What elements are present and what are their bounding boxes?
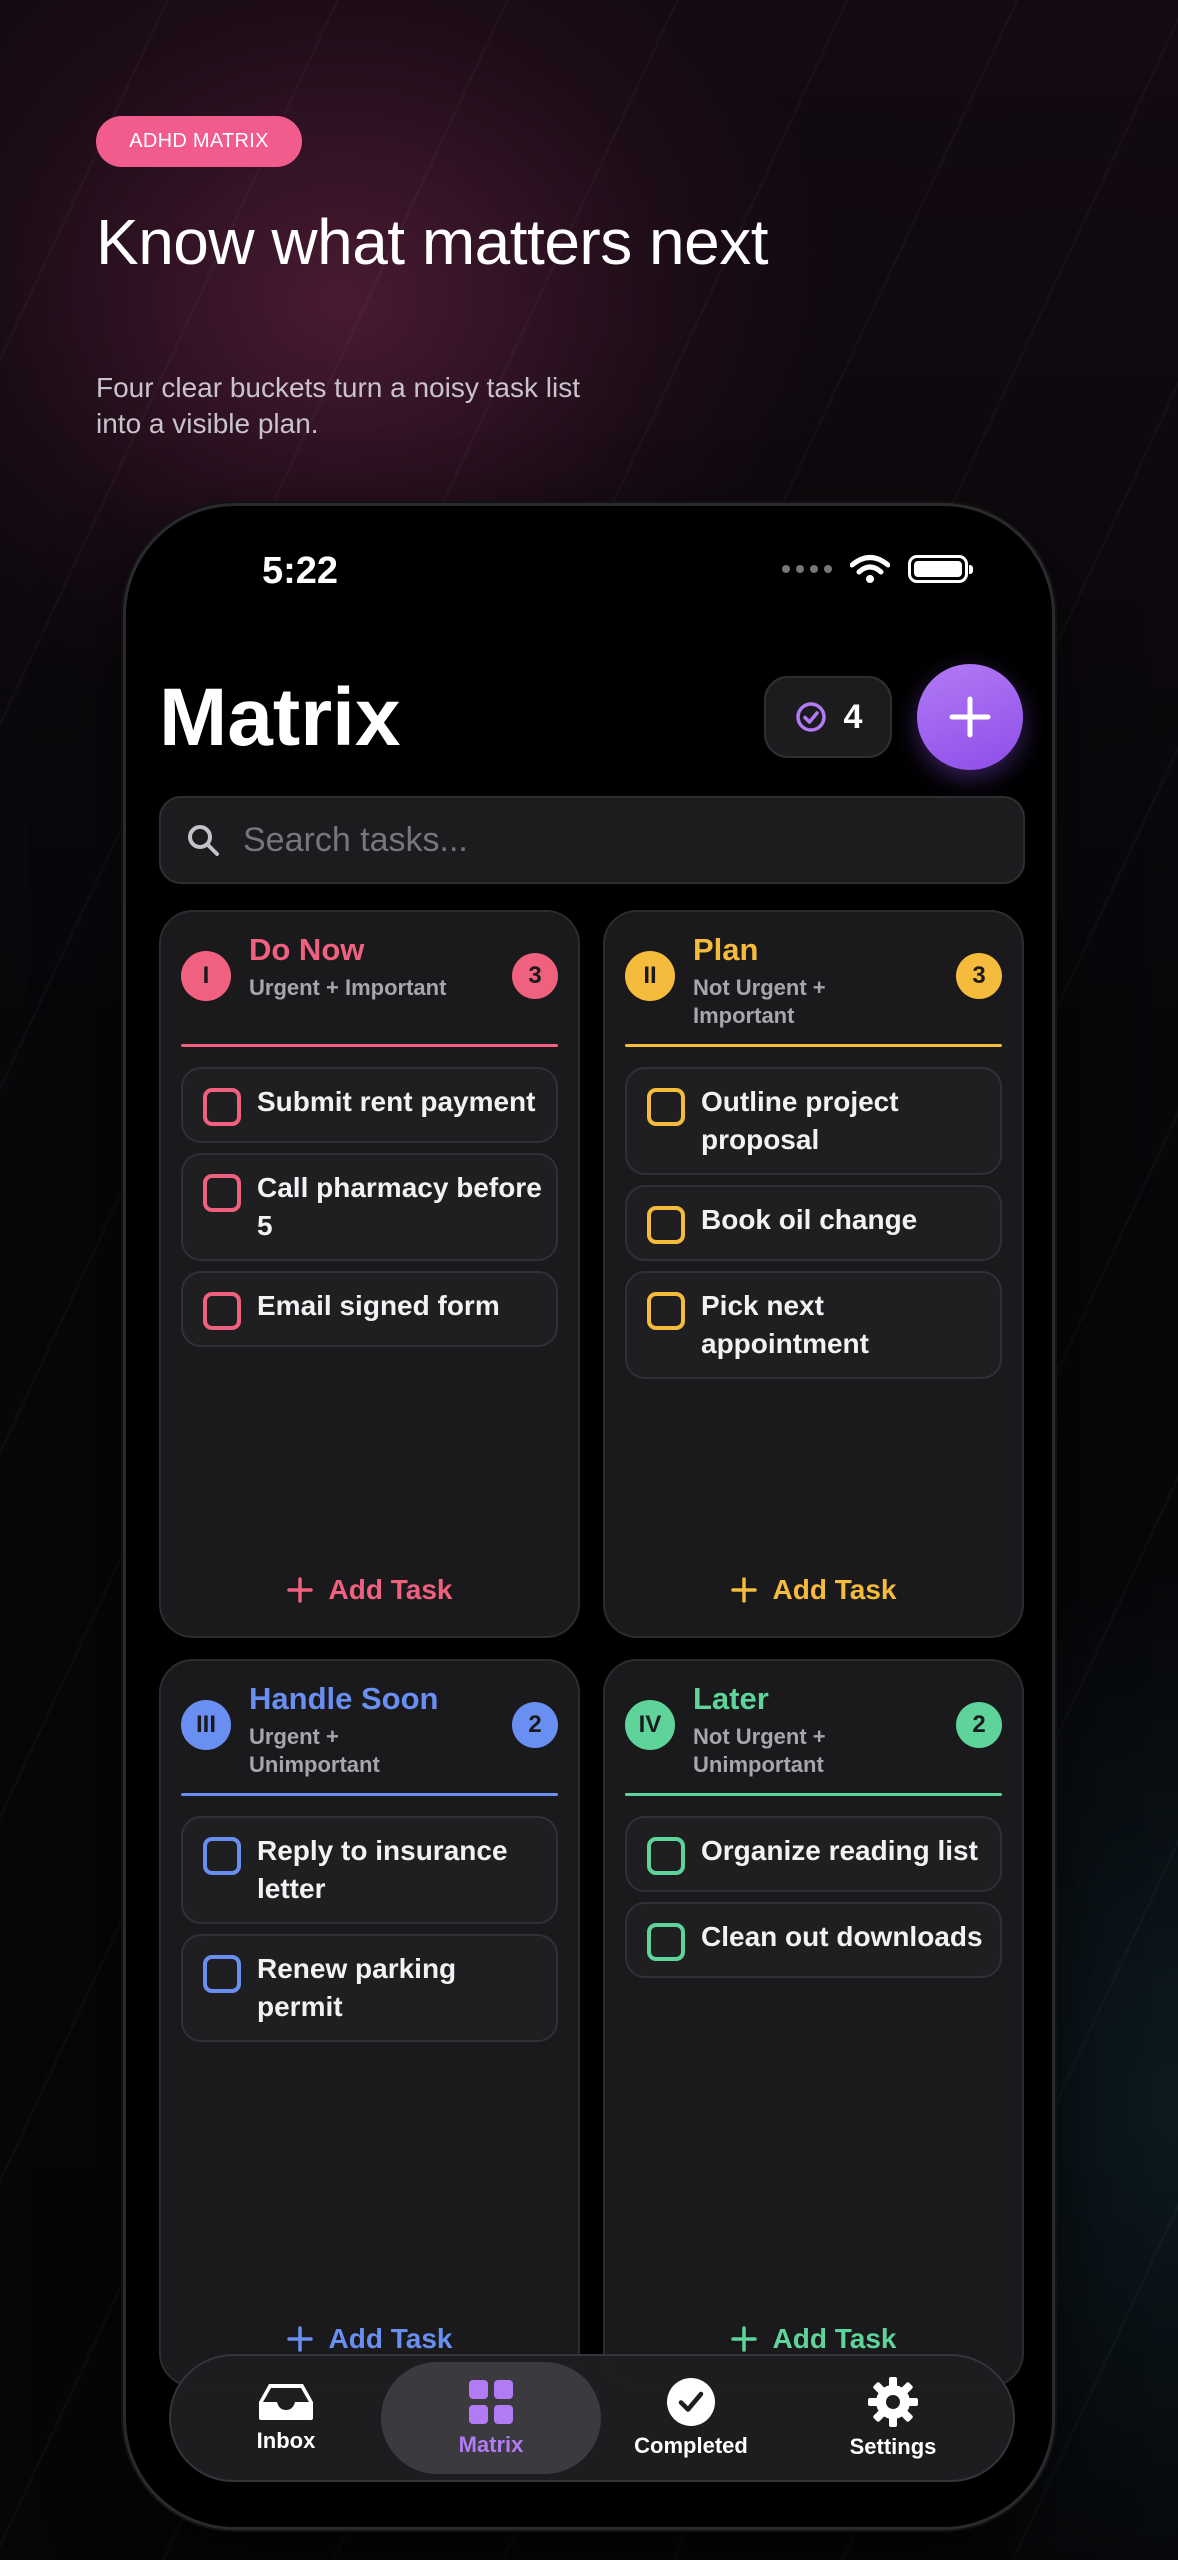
- task-label: Call pharmacy before 5: [257, 1172, 542, 1241]
- tab-bar: Inbox Matrix Completed Settings: [169, 2354, 1015, 2482]
- phone-frame: 5:22 Matrix 4 Search tasks... I Do Now U…: [123, 503, 1055, 2530]
- task-item[interactable]: Reply to insurance letter: [181, 1816, 558, 1924]
- wifi-icon: [850, 555, 890, 583]
- task-item[interactable]: Submit rent payment: [181, 1067, 558, 1143]
- completed-count: 4: [843, 697, 863, 736]
- search-input[interactable]: Search tasks...: [243, 821, 468, 860]
- battery-icon: [908, 555, 973, 583]
- add-task-button[interactable]: [917, 664, 1023, 770]
- task-label: Reply to insurance letter: [257, 1835, 508, 1904]
- quadrant-numeral: III: [181, 1700, 231, 1750]
- task-checkbox[interactable]: [647, 1088, 685, 1126]
- quadrant-subtitle: Not Urgent + Important: [693, 975, 826, 1028]
- quadrant-count-badge: 2: [956, 1702, 1002, 1748]
- task-item[interactable]: Clean out downloads: [625, 1902, 1002, 1978]
- plus-icon: [949, 696, 991, 738]
- quadrant-do-now: I Do Now Urgent + Important 3 Submit ren…: [159, 910, 580, 1638]
- quadrant-divider: [181, 1044, 558, 1047]
- plus-icon: [286, 1577, 313, 1603]
- quadrant-count-badge: 3: [956, 953, 1002, 999]
- promo-tag: ADHD MATRIX: [96, 116, 302, 167]
- quadrant-count-badge: 2: [512, 1702, 558, 1748]
- task-checkbox[interactable]: [203, 1174, 241, 1212]
- quadrant-numeral: IV: [625, 1700, 675, 1750]
- search-icon: [188, 825, 219, 856]
- task-item[interactable]: Pick next appointment: [625, 1271, 1002, 1379]
- task-label: Email signed form: [257, 1290, 500, 1321]
- task-checkbox[interactable]: [203, 1088, 241, 1126]
- quadrant-divider: [181, 1793, 558, 1796]
- task-checkbox[interactable]: [203, 1837, 241, 1875]
- task-checkbox[interactable]: [203, 1292, 241, 1330]
- quadrant-subtitle: Not Urgent + Unimportant: [693, 1724, 826, 1777]
- task-checkbox[interactable]: [203, 1955, 241, 1993]
- quadrant-handle-soon: III Handle Soon Urgent + Unimportant 2 R…: [159, 1659, 580, 2387]
- quadrant-divider: [625, 1044, 1002, 1047]
- quadrant-divider: [625, 1793, 1002, 1796]
- quadrant-title: Handle Soon: [249, 1681, 439, 1716]
- add-task-label: Add Task: [772, 2323, 897, 2354]
- add-task-link[interactable]: Add Task: [605, 2323, 1022, 2355]
- add-task-label: Add Task: [772, 1574, 897, 1605]
- task-label: Clean out downloads: [701, 1921, 983, 1952]
- task-label: Renew parking permit: [257, 1953, 457, 2022]
- task-item[interactable]: Renew parking permit: [181, 1934, 558, 2042]
- quadrant-subtitle: Urgent + Important: [249, 975, 447, 1000]
- task-label: Book oil change: [701, 1204, 918, 1235]
- gear-icon: [868, 2377, 918, 2427]
- promo-subline: Four clear buckets turn a noisy task lis…: [96, 372, 580, 439]
- quadrant-subtitle: Urgent + Unimportant: [249, 1724, 380, 1777]
- grid-icon: [469, 2380, 513, 2424]
- check-circle-icon: [667, 2378, 715, 2426]
- quadrant-later: IV Later Not Urgent + Unimportant 2 Orga…: [603, 1659, 1024, 2387]
- task-checkbox[interactable]: [647, 1206, 685, 1244]
- quadrant-title: Plan: [693, 932, 759, 967]
- quadrant-numeral: I: [181, 951, 231, 1001]
- search-bar[interactable]: Search tasks...: [159, 796, 1025, 884]
- task-item[interactable]: Book oil change: [625, 1185, 1002, 1261]
- quadrant-numeral: II: [625, 951, 675, 1001]
- task-label: Outline project proposal: [701, 1086, 899, 1155]
- promo-headline: Know what matters next: [96, 206, 768, 278]
- plus-icon: [286, 2326, 313, 2352]
- tab-settings[interactable]: Settings: [793, 2356, 993, 2480]
- tab-inbox[interactable]: Inbox: [186, 2356, 386, 2480]
- add-task-label: Add Task: [328, 1574, 453, 1605]
- add-task-link[interactable]: Add Task: [605, 1574, 1022, 1606]
- tab-label: Completed: [634, 2433, 748, 2458]
- task-label: Pick next appointment: [701, 1290, 869, 1359]
- task-item[interactable]: Call pharmacy before 5: [181, 1153, 558, 1261]
- tab-label: Inbox: [256, 2428, 316, 2453]
- quadrant-title: Later: [693, 1681, 769, 1716]
- add-task-link[interactable]: Add Task: [161, 2323, 578, 2355]
- inbox-tray-icon: [259, 2384, 313, 2420]
- signal-icon: [782, 565, 832, 573]
- plus-icon: [730, 2326, 757, 2352]
- quadrant-count-badge: 3: [512, 953, 558, 999]
- check-circle-icon: [795, 702, 826, 732]
- tab-completed[interactable]: Completed: [591, 2356, 791, 2480]
- status-time: 5:22: [262, 550, 339, 592]
- task-checkbox[interactable]: [647, 1923, 685, 1961]
- task-item[interactable]: Organize reading list: [625, 1816, 1002, 1892]
- task-item[interactable]: Email signed form: [181, 1271, 558, 1347]
- task-label: Organize reading list: [701, 1835, 978, 1866]
- tab-matrix[interactable]: Matrix: [381, 2362, 601, 2474]
- tab-label: Matrix: [458, 2432, 524, 2457]
- task-checkbox[interactable]: [647, 1837, 685, 1875]
- quadrant-plan: II Plan Not Urgent + Important 3 Outline…: [603, 910, 1024, 1638]
- completed-count-chip[interactable]: 4: [764, 676, 892, 758]
- plus-icon: [730, 1577, 757, 1603]
- add-task-label: Add Task: [328, 2323, 453, 2354]
- page-title: Matrix: [159, 672, 401, 763]
- quadrant-title: Do Now: [249, 932, 365, 967]
- add-task-link[interactable]: Add Task: [161, 1574, 578, 1606]
- status-icons: [782, 554, 973, 584]
- task-item[interactable]: Outline project proposal: [625, 1067, 1002, 1175]
- task-label: Submit rent payment: [257, 1086, 536, 1117]
- task-checkbox[interactable]: [647, 1292, 685, 1330]
- tab-label: Settings: [849, 2434, 937, 2459]
